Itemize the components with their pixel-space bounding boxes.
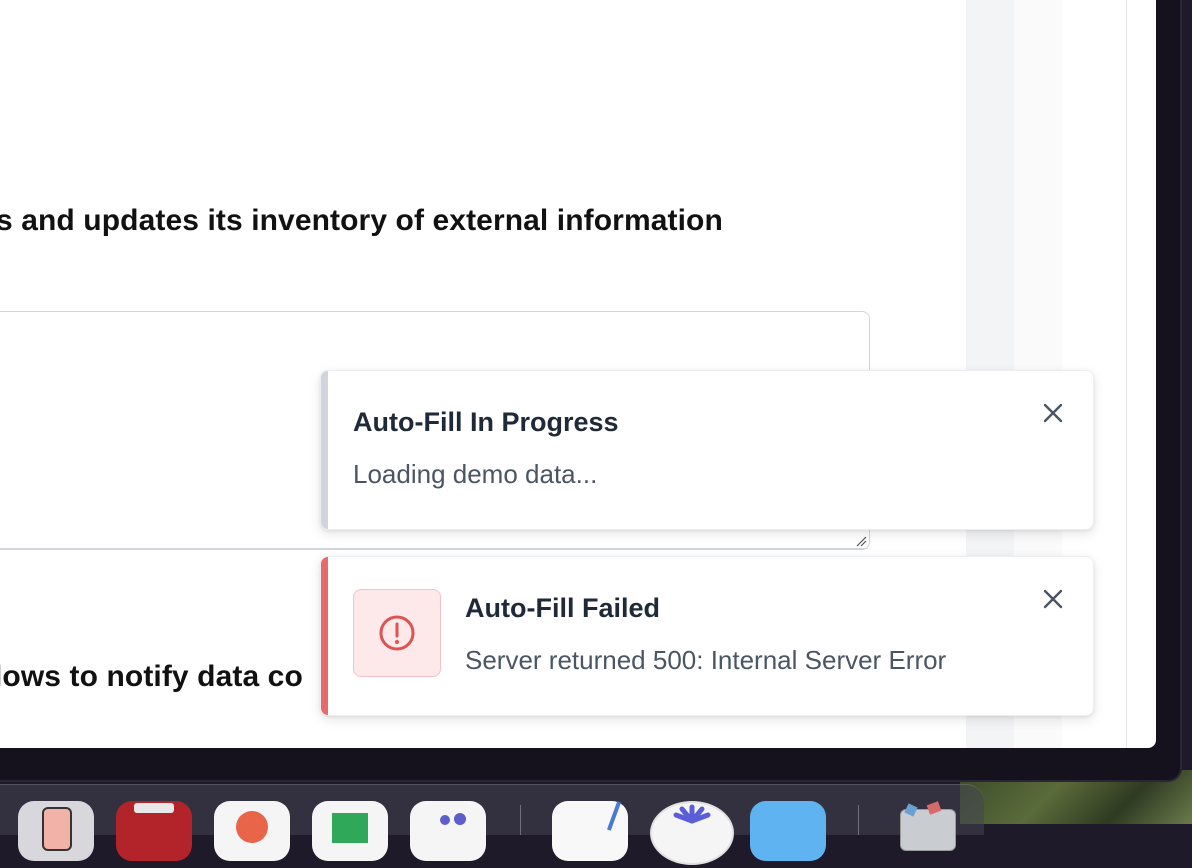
close-icon[interactable]	[1039, 399, 1067, 427]
toast-title: Auto-Fill In Progress	[353, 407, 619, 437]
toast-info: Auto-Fill In Progress Loading demo data.…	[320, 370, 1094, 530]
toast-message: Loading demo data...	[353, 459, 598, 489]
perplexity-icon[interactable]	[650, 801, 734, 865]
iphone-mirroring-icon[interactable]	[18, 801, 94, 861]
alert-circle-icon	[379, 615, 415, 651]
section-question: s and updates its inventory of external …	[0, 204, 723, 237]
dock-separator	[520, 805, 521, 835]
toast-accent-bar	[321, 371, 328, 529]
presentation-icon[interactable]	[214, 801, 290, 861]
textedit-icon[interactable]	[552, 801, 628, 861]
dock-separator	[858, 805, 859, 835]
toast-message: Server returned 500: Internal Server Err…	[465, 645, 947, 675]
section-divider	[0, 548, 868, 549]
panel-divider	[1126, 0, 1127, 748]
toolbox-icon[interactable]	[116, 801, 192, 861]
teams-icon[interactable]	[410, 801, 486, 861]
trash-icon[interactable]	[892, 801, 962, 861]
folder-icon[interactable]	[750, 801, 826, 861]
error-icon-container	[353, 589, 441, 677]
resize-handle-icon[interactable]	[855, 535, 867, 547]
numbers-icon[interactable]	[312, 801, 388, 861]
macos-dock	[0, 784, 984, 865]
toast-error: Auto-Fill Failed Server returned 500: In…	[320, 556, 1094, 716]
section-question: lows to notify data co	[0, 660, 303, 693]
toast-accent-bar	[321, 557, 328, 715]
toast-title: Auto-Fill Failed	[465, 593, 660, 623]
close-icon[interactable]	[1039, 585, 1067, 613]
